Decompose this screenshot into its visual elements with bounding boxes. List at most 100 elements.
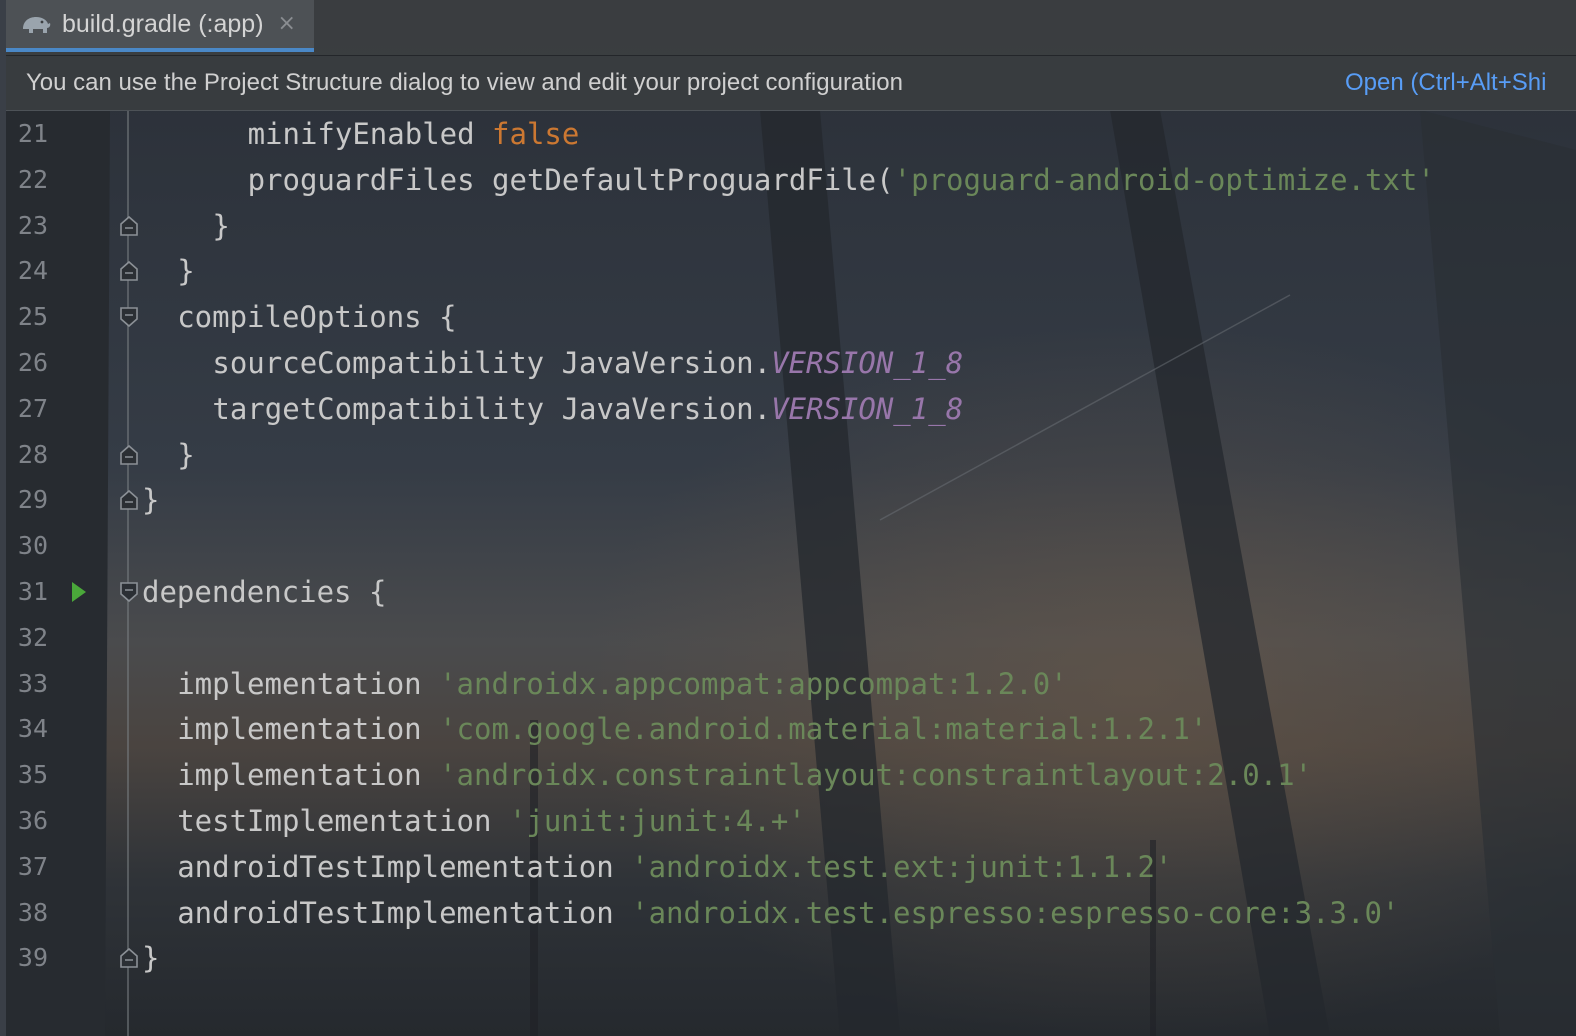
fold-collapse-icon[interactable] [119,581,139,603]
code-text: sourceCompatibility JavaVersion.VERSION_… [212,340,963,386]
code-line[interactable]: 29} [6,477,1576,523]
code-line[interactable]: 28} [6,432,1576,478]
code-text: } [177,432,194,478]
code-token: minifyEnabled [247,117,493,151]
code-token: 'androidx.constraintlayout:constraintlay… [439,758,1313,793]
ide-window: build.gradle (:app) × You can use the Pr… [0,0,1576,1036]
fold-end-icon[interactable] [119,489,139,511]
project-structure-banner: You can use the Project Structure dialog… [6,56,1576,111]
code-line[interactable]: 25 compileOptions { [6,294,1576,340]
line-number: 28 [17,439,48,469]
fold-end-icon[interactable] [119,260,139,282]
code-line[interactable]: 31 dependencies { [6,569,1576,615]
line-number: 32 [17,622,48,652]
code-line[interactable]: 23} [6,203,1576,249]
code-token: 'androidx.test.ext:junit:1.1.2' [631,849,1173,884]
code-token: VERSION_1_8 [771,346,964,380]
close-icon[interactable]: × [278,13,296,35]
fold-end-icon[interactable] [119,947,139,969]
line-number: 27 [17,393,48,423]
run-gutter-icon[interactable] [70,580,88,604]
code-text: targetCompatibility JavaVersion.VERSION_… [212,386,963,432]
code-token: 'junit:junit:4.+' [508,804,806,838]
code-token: } [177,437,195,472]
tab-title: build.gradle (:app) [62,9,264,38]
code-text: } [142,477,159,523]
fold-end-icon[interactable] [119,444,139,466]
code-line[interactable]: 27 targetCompatibility JavaVersion.VERSIO… [6,386,1576,432]
line-number: 34 [17,714,48,744]
code-text: androidTestImplementation 'androidx.test… [177,890,1399,936]
code-token: compileOptions { [177,300,457,335]
line-number: 38 [17,897,48,927]
code-text: implementation 'com.google.android.mater… [177,706,1207,752]
line-number: 37 [17,851,48,881]
code-token: androidTestImplementation [177,895,632,930]
code-token: VERSION_1_8 [771,391,964,426]
code-line[interactable]: 37 androidTestImplementation 'androidx.te… [6,844,1576,890]
code-text: } [142,935,159,981]
code-text: } [212,203,229,249]
code-line[interactable]: 26 sourceCompatibility JavaVersion.VERSIO… [6,340,1576,386]
code-text: androidTestImplementation 'androidx.test… [177,844,1172,890]
code-text: implementation 'androidx.constraintlayou… [177,752,1312,798]
code-token: androidTestImplementation [177,849,632,884]
code-text: implementation 'androidx.appcompat:appco… [177,661,1067,707]
fold-end-icon[interactable] [119,215,139,237]
tab-build-gradle-app[interactable]: build.gradle (:app) × [6,0,314,52]
code-text: proguardFiles getDefaultProguardFile('pr… [248,157,1435,203]
code-line[interactable]: 24} [6,248,1576,294]
open-project-structure-link[interactable]: Open (Ctrl+Alt+Shi [1345,69,1546,97]
code-token: false [492,117,580,151]
code-line[interactable]: 30 [6,523,1576,569]
line-number: 35 [17,760,48,790]
tool-window-strip [0,0,6,1036]
code-token: } [177,254,195,289]
code-token: 'androidx.test.espresso:espresso-core:3.… [631,895,1400,930]
line-number: 22 [17,164,48,194]
code-token: } [142,941,160,976]
fold-collapse-icon[interactable] [119,306,139,328]
code-token: implementation [177,666,440,701]
line-number: 21 [17,119,48,148]
line-number: 31 [17,577,48,606]
code-line[interactable]: 32 [6,615,1576,661]
line-number: 25 [17,302,48,332]
code-line[interactable]: 39} [6,935,1576,981]
code-token: 'androidx.appcompat:appcompat:1.2.0' [439,666,1068,701]
code-token: } [142,483,160,518]
editor-tab-bar: build.gradle (:app) × [6,0,1576,56]
code-text: dependencies { [142,569,386,615]
code-line[interactable]: 22 proguardFiles getDefaultProguardFile('… [6,157,1576,203]
code-token: targetCompatibility JavaVersion. [212,391,772,426]
line-number: 26 [17,348,48,377]
code-token: proguardFiles getDefaultProguardFile( [247,162,894,197]
code-line[interactable]: 36 testImplementation 'junit:junit:4.+' [6,798,1576,844]
code-text: testImplementation 'junit:junit:4.+' [177,798,806,844]
line-number: 23 [17,210,48,240]
code-token: 'com.google.android.material:material:1.… [439,712,1208,747]
code-line[interactable]: 38 androidTestImplementation 'androidx.te… [6,890,1576,936]
banner-message: You can use the Project Structure dialog… [26,69,903,96]
line-number: 33 [17,668,48,698]
code-line[interactable]: 33 implementation 'androidx.appcompat:app… [6,661,1576,707]
code-line[interactable]: 35 implementation 'androidx.constraintlay… [6,752,1576,798]
code-token: implementation [177,758,440,793]
code-line[interactable]: 21 minifyEnabled false [6,111,1576,157]
line-number: 39 [17,943,48,973]
code-token: testImplementation [177,804,509,838]
code-text: } [177,248,194,294]
code-token: dependencies { [142,575,387,609]
line-number: 36 [17,806,48,835]
line-number: 24 [17,256,48,286]
code-token: 'proguard-android-optimize.txt' [893,162,1435,197]
gradle-elephant-icon [20,10,52,38]
code-line[interactable]: 34 implementation 'com.google.android.mat… [6,706,1576,752]
code-editor[interactable]: 21 minifyEnabled false 22 proguardFiles get… [6,111,1576,1036]
code-token: sourceCompatibility JavaVersion. [212,346,772,380]
code-text: minifyEnabled false [248,111,580,157]
code-text: compileOptions { [177,294,456,340]
code-token: implementation [177,712,440,747]
code-token: } [212,208,230,243]
line-number: 30 [17,531,48,561]
